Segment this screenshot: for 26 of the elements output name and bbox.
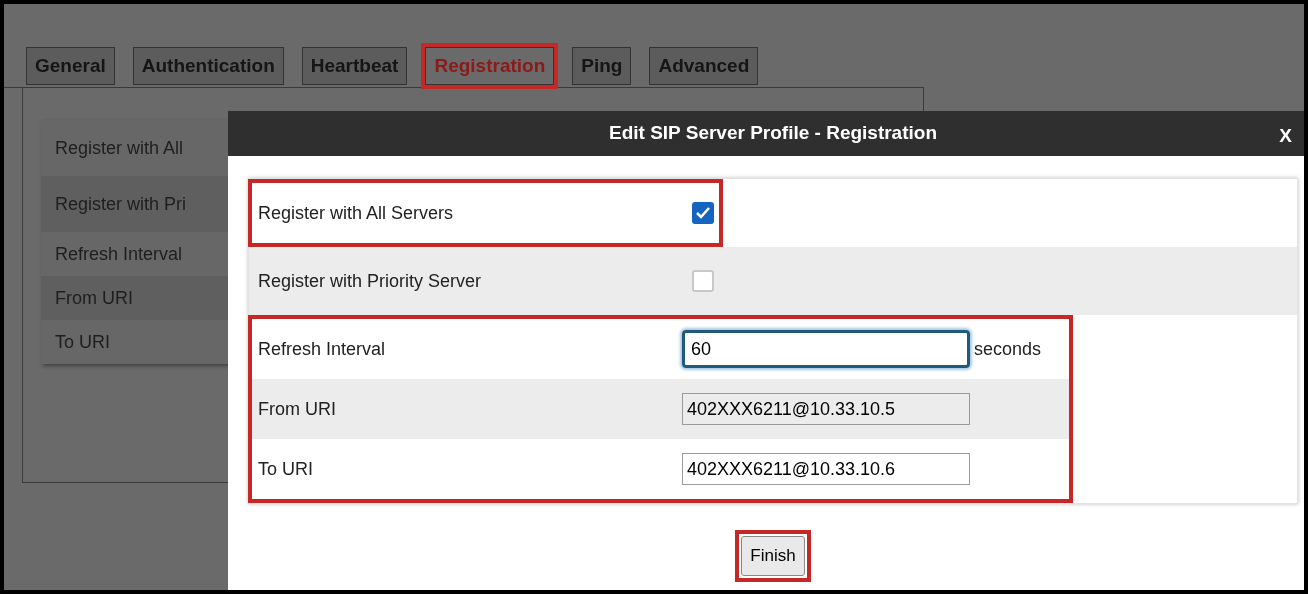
field-label: To URI (55, 330, 110, 354)
field-label: Register with Priority Server (258, 269, 483, 293)
input-field[interactable]: 402XXX6211@10.33.10.5 (682, 393, 970, 425)
field-label: From URI (55, 286, 133, 310)
input-field[interactable]: 402XXX6211@10.33.10.6 (682, 453, 970, 485)
checkbox[interactable] (692, 270, 714, 292)
checkbox[interactable] (692, 202, 714, 224)
field-label: Register with All Servers (258, 201, 455, 225)
tab[interactable]: General (26, 47, 115, 85)
input-field[interactable]: 60 (682, 330, 970, 368)
close-button[interactable]: X (1279, 122, 1292, 151)
tab[interactable]: Ping (572, 47, 632, 85)
field-label: Refresh Interval (258, 337, 387, 361)
tab[interactable]: Registration (425, 47, 555, 85)
unit-label: seconds (974, 337, 1042, 361)
tab[interactable]: Authentication (132, 47, 284, 85)
tab[interactable]: Advanced (649, 47, 759, 85)
field-label: To URI (258, 457, 314, 481)
field-label: From URI (258, 397, 337, 421)
dialog-title: Edit SIP Server Profile - Registration (609, 121, 937, 146)
tab[interactable]: Heartbeat (301, 47, 408, 85)
field-label: Refresh Interval (55, 242, 183, 266)
field-label: Register with Pri (55, 192, 187, 216)
field-label: Register with All (55, 136, 184, 160)
finish-button[interactable]: Finish (741, 536, 805, 576)
checkmark-icon (696, 207, 710, 219)
